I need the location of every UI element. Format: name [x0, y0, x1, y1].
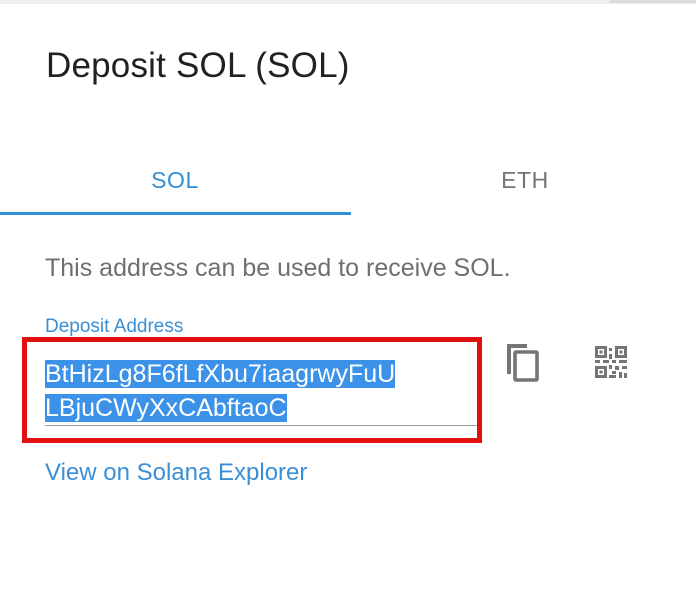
tab-eth[interactable]: ETH	[350, 144, 696, 216]
dialog-title: Deposit SOL (SOL)	[46, 46, 350, 85]
info-text: This address can be used to receive SOL.	[45, 254, 511, 282]
copy-button[interactable]	[497, 338, 545, 386]
copy-icon	[507, 344, 539, 382]
highlight-box	[22, 337, 482, 443]
qr-code-button[interactable]	[587, 338, 635, 386]
deposit-dialog: Deposit SOL (SOL) SOL ETH This address c…	[0, 4, 696, 606]
window-top-edge-right	[610, 0, 696, 3]
solana-explorer-link[interactable]: View on Solana Explorer	[45, 459, 307, 487]
qr-code-icon	[595, 346, 627, 378]
tab-sol[interactable]: SOL	[0, 144, 350, 216]
tab-indicator	[0, 212, 351, 215]
deposit-address-label: Deposit Address	[45, 316, 184, 337]
currency-tabs: SOL ETH	[0, 144, 696, 216]
